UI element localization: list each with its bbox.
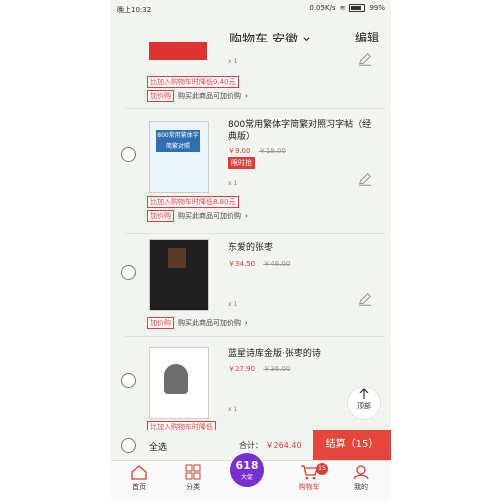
- grid-icon: [185, 464, 201, 480]
- edit-pencil-icon[interactable]: [358, 172, 372, 186]
- price-drop-notice: 比加入购物车时降低8.80元: [147, 196, 239, 208]
- item-quantity: x 1: [228, 180, 238, 187]
- edit-pencil-icon[interactable]: [358, 52, 372, 66]
- back-to-top-button[interactable]: 顶部: [347, 386, 381, 420]
- home-icon: [131, 465, 147, 480]
- flash-sale-badge: 限时抢: [228, 157, 255, 169]
- select-all-label[interactable]: 全选: [149, 440, 167, 453]
- tab-618-promo[interactable]: 618 大促: [230, 453, 264, 487]
- tab-home[interactable]: 首页: [115, 464, 163, 492]
- chevron-right-icon: ›: [245, 212, 248, 220]
- select-all-checkbox[interactable]: [121, 438, 136, 453]
- book-cover: [149, 42, 207, 60]
- addon-text: 购买此商品可加价购: [178, 319, 241, 327]
- phone-screen: 晚上10:32 0.05K/s ≋ 99% 购物车 安徽 编辑 x 1 比加入购…: [111, 0, 391, 500]
- wifi-icon: ≋: [339, 4, 346, 12]
- divider: [125, 336, 385, 337]
- addon-purchase-row[interactable]: 加价购 购买此商品可加价购 ›: [147, 317, 248, 329]
- addon-text: 购买此商品可加价购: [178, 212, 241, 220]
- tab-profile[interactable]: 我的: [337, 464, 385, 492]
- addon-text: 购买此商品可加价购: [178, 92, 241, 100]
- checkout-button[interactable]: 结算（15）: [313, 430, 391, 460]
- book-title[interactable]: 蓝星诗库金版·张枣的诗: [228, 348, 321, 360]
- chevron-right-icon: ›: [245, 319, 248, 327]
- book-title[interactable]: 800常用繁体字简繁对照习字帖（经典版）: [228, 119, 378, 143]
- battery-level: 99%: [369, 4, 385, 12]
- cart-total: 合计： ￥264.40: [239, 441, 302, 450]
- cart-item: x 1 比加入购物车时降低0.40元 加价购 购买此商品可加价购 ›: [111, 42, 391, 109]
- cart-list[interactable]: x 1 比加入购物车时降低0.40元 加价购 购买此商品可加价购 › 800常用…: [111, 42, 391, 432]
- addon-tag: 加价购: [147, 317, 174, 329]
- bottom-tab-bar: 首页 分类 618 大促 购物车 15 我的: [111, 453, 391, 500]
- book-title[interactable]: 东爱的张枣: [228, 242, 273, 254]
- status-time: 晚上10:32: [117, 6, 152, 14]
- item-quantity: x 1: [228, 406, 238, 413]
- cart-item: 800常用繁体字 简繁对照 800常用繁体字简繁对照习字帖（经典版） ￥9.00…: [111, 109, 391, 235]
- item-select-checkbox[interactable]: [121, 265, 136, 280]
- divider: [125, 233, 385, 234]
- book-cover[interactable]: 800常用繁体字 简繁对照: [149, 121, 209, 193]
- cart-item: 东爱的张枣 ￥34.50 ￥46.00 x 1 加价购 购买此商品可加价购 ›: [111, 235, 391, 341]
- addon-purchase-row[interactable]: 加价购 购买此商品可加价购 ›: [147, 210, 248, 222]
- book-price: ￥27.90 ￥36.00: [228, 365, 291, 373]
- battery-icon: [349, 4, 366, 12]
- item-quantity: x 1: [228, 58, 238, 65]
- item-quantity: x 1: [228, 301, 238, 308]
- book-price: ￥9.00 ￥18.00: [228, 147, 286, 155]
- user-icon: [353, 465, 369, 480]
- item-select-checkbox[interactable]: [121, 147, 136, 162]
- cart-count-badge: 15: [316, 463, 328, 475]
- book-cover[interactable]: [149, 347, 209, 419]
- edit-pencil-icon[interactable]: [358, 292, 372, 306]
- book-price: ￥34.50 ￥46.00: [228, 260, 291, 268]
- book-cover-title: 800常用繁体字 简繁对照: [156, 130, 200, 152]
- book-cover[interactable]: [149, 239, 209, 311]
- addon-tag: 加价购: [147, 210, 174, 222]
- item-select-checkbox[interactable]: [121, 373, 136, 388]
- network-speed: 0.05K/s: [309, 4, 336, 12]
- addon-purchase-row[interactable]: 加价购 购买此商品可加价购 ›: [147, 90, 248, 102]
- arrow-up-icon: [359, 388, 369, 399]
- price-drop-notice: 比加入购物车时降低0.40元: [147, 76, 239, 88]
- tab-category[interactable]: 分类: [169, 464, 217, 492]
- chevron-right-icon: ›: [245, 92, 248, 100]
- addon-tag: 加价购: [147, 90, 174, 102]
- status-bar: 晚上10:32 0.05K/s ≋ 99%: [111, 0, 391, 18]
